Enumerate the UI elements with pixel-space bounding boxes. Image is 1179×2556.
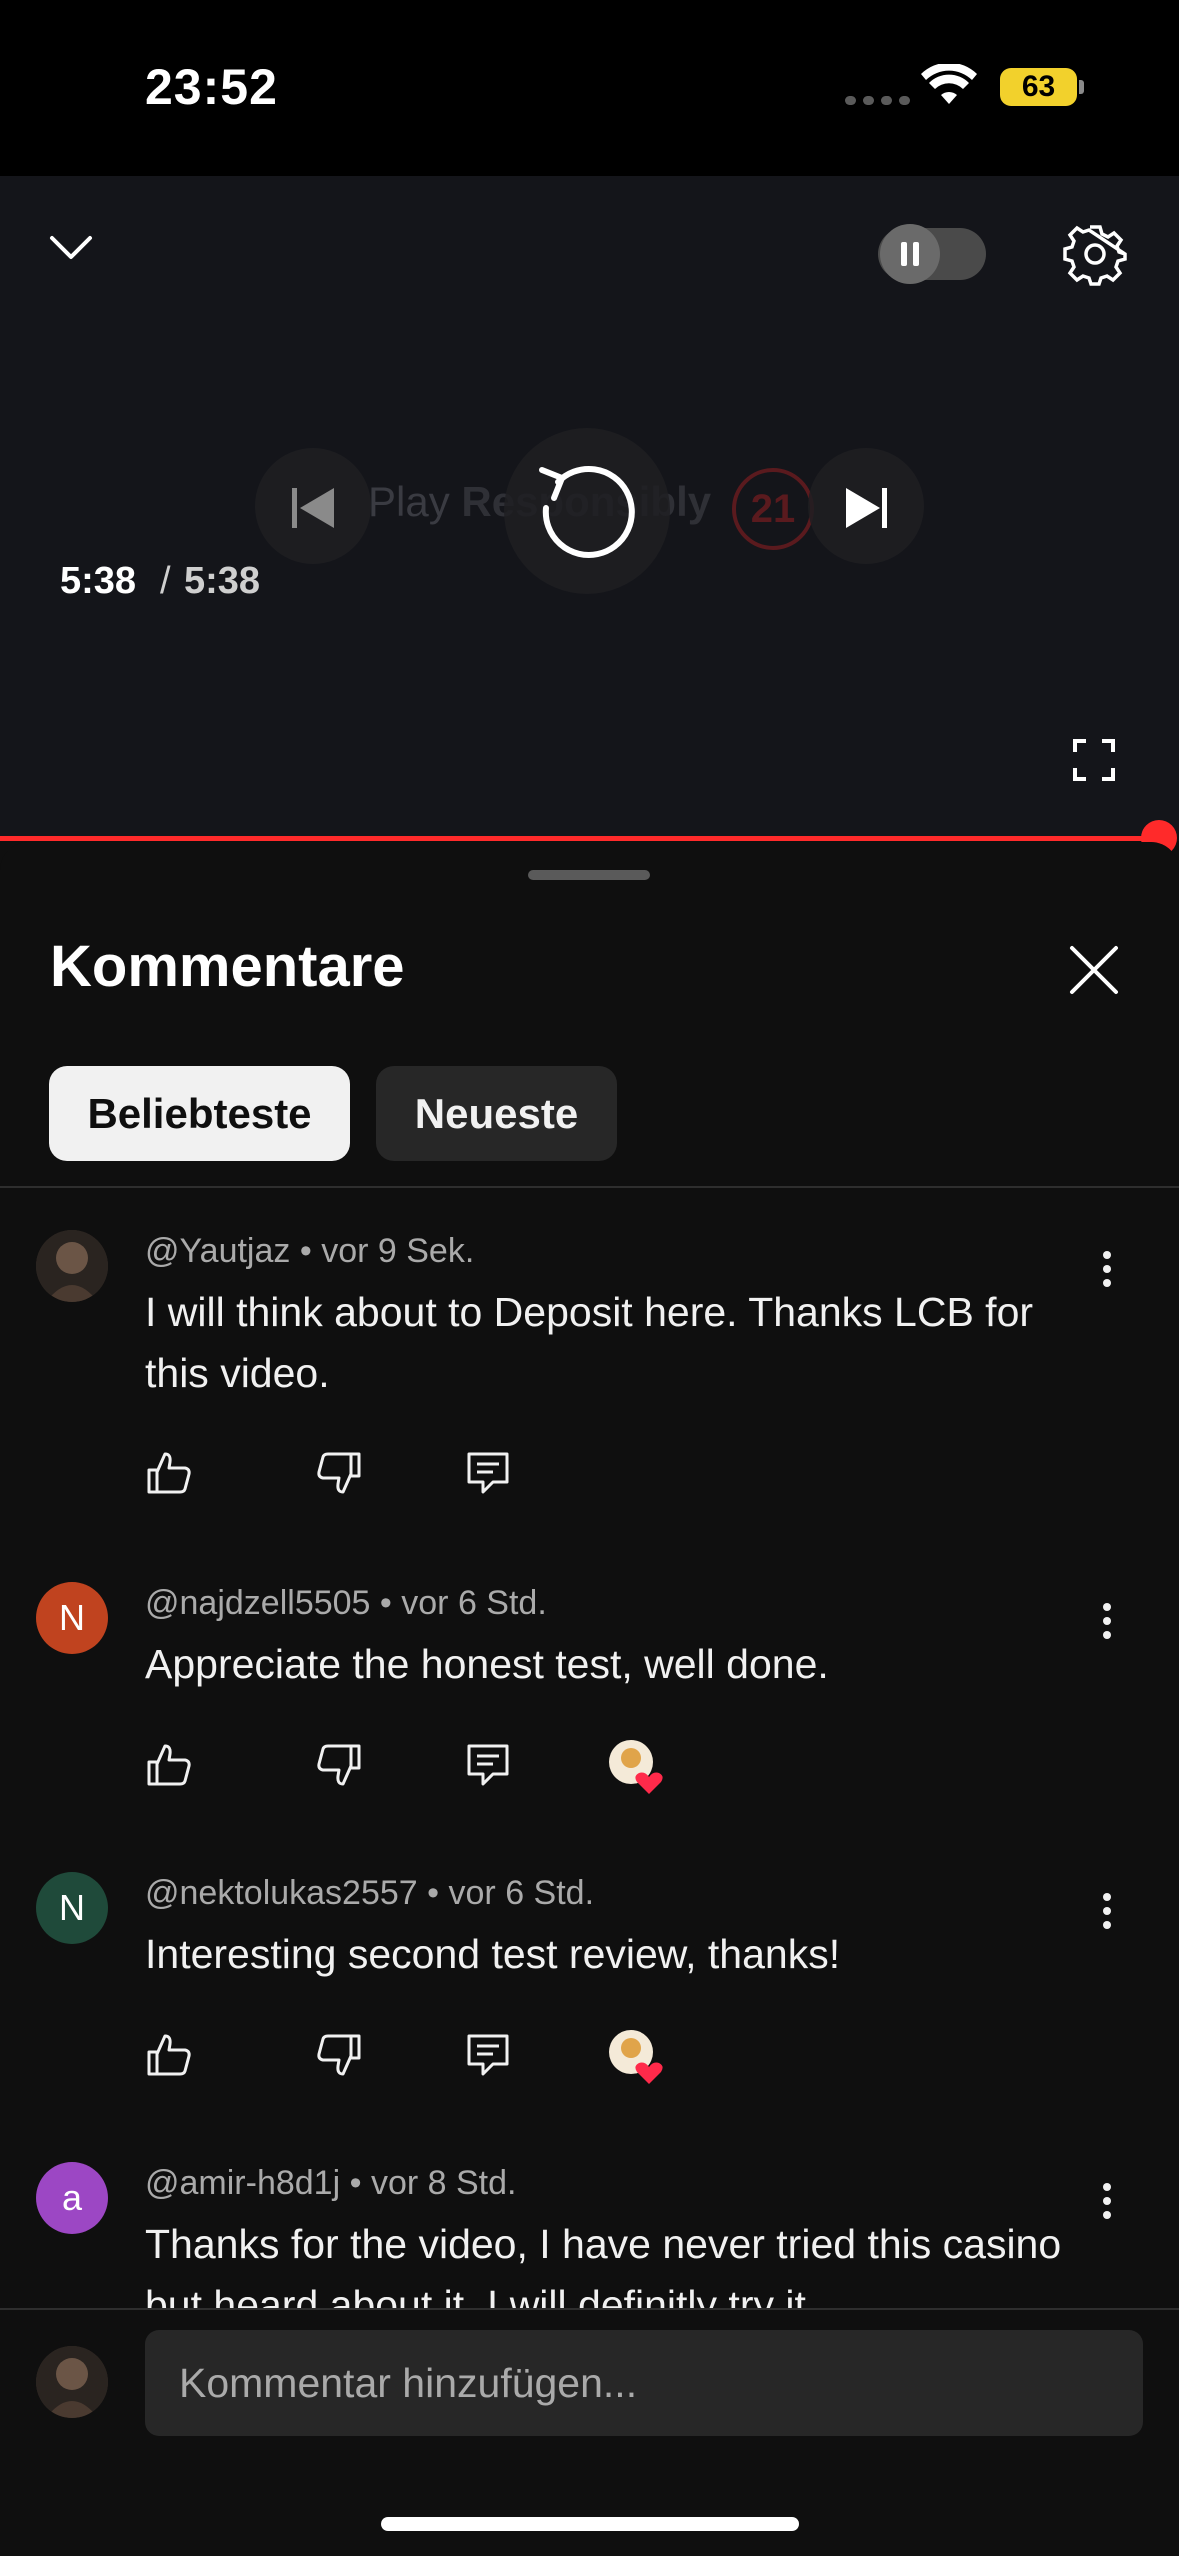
time-current: 5:38	[60, 560, 137, 602]
progress-bar[interactable]	[0, 836, 1160, 841]
comment-text: I will think about to Deposit here. Than…	[145, 1289, 1034, 1396]
comment-meta: @Yautjaz • vor 9 Sek.	[145, 1232, 475, 1270]
comment-meta: @najdzell5505 • vor 6 Std.	[145, 1584, 547, 1622]
avatar[interactable]: N	[36, 1582, 108, 1654]
like-icon[interactable]	[145, 2030, 195, 2080]
comment-author[interactable]: @amir-h8d1j	[145, 2164, 340, 2202]
like-icon[interactable]	[145, 1448, 195, 1498]
dislike-icon[interactable]	[313, 2030, 363, 2080]
dislike-icon[interactable]	[313, 1740, 363, 1790]
signal-dots-icon	[845, 96, 910, 105]
video-watermark-badge: 21	[732, 468, 814, 550]
avatar-photo	[36, 1230, 108, 1302]
reply-icon[interactable]	[463, 1448, 513, 1498]
comment-item: a @amir-h8d1j • vor 8 Std. Thanks for th…	[0, 2162, 1179, 2308]
wifi-icon	[921, 64, 977, 104]
fullscreen-icon[interactable]	[1072, 738, 1116, 782]
autoplay-toggle-knob[interactable]	[880, 224, 940, 284]
replay-icon[interactable]	[528, 448, 648, 568]
add-comment-input[interactable]	[145, 2330, 1143, 2436]
reply-icon[interactable]	[463, 1740, 513, 1790]
comment-author[interactable]: @Yautjaz	[145, 1232, 290, 1270]
previous-icon[interactable]	[288, 486, 338, 530]
comment-time: vor 6 Std.	[448, 1874, 595, 1912]
battery-cap	[1079, 80, 1084, 94]
comment-time: vor 6 Std.	[401, 1584, 547, 1622]
battery-icon: 63	[1000, 68, 1077, 106]
comment-meta: @nektolukas2557 • vor 6 Std.	[145, 1874, 595, 1912]
sheet-drag-handle[interactable]	[528, 870, 650, 880]
reply-icon[interactable]	[463, 2030, 513, 2080]
pause-icon	[901, 242, 919, 266]
like-icon[interactable]	[145, 1740, 195, 1790]
divider	[0, 1186, 1179, 1188]
my-avatar	[36, 2346, 108, 2418]
creator-heart-icon	[609, 1740, 663, 1794]
status-time: 23:52	[145, 59, 278, 115]
creator-heart-icon	[609, 2030, 663, 2084]
comment-author[interactable]: @nektolukas2557	[145, 1874, 418, 1912]
comment-time: vor 9 Sek.	[321, 1232, 475, 1270]
chip-newest[interactable]: Neueste	[376, 1066, 617, 1161]
avatar[interactable]: N	[36, 1872, 108, 1944]
time-total: 5:38	[184, 560, 261, 602]
comment-time: vor 8 Std.	[370, 2164, 517, 2202]
home-indicator[interactable]	[381, 2517, 799, 2531]
comment-meta: @amir-h8d1j • vor 8 Std.	[145, 2164, 517, 2202]
status-bar: 23:52 63	[0, 0, 1179, 176]
close-icon[interactable]	[1066, 942, 1122, 998]
chip-popular[interactable]: Beliebteste	[49, 1066, 350, 1161]
time-separator: /	[160, 560, 171, 602]
comment-text: Appreciate the honest test, well done.	[145, 1641, 829, 1687]
comment-text: Interesting second test review, thanks!	[145, 1931, 841, 1977]
chevron-down-icon[interactable]	[48, 232, 94, 262]
avatar[interactable]	[36, 1230, 108, 1302]
settings-gear-icon[interactable]	[1063, 222, 1127, 286]
avatar-photo	[36, 2346, 108, 2418]
avatar[interactable]: a	[36, 2162, 108, 2234]
comment-text: Thanks for the video, I have never tried…	[145, 2221, 1062, 2308]
comment-author[interactable]: @najdzell5505	[145, 1584, 370, 1622]
sheet-title: Kommentare	[50, 934, 405, 999]
dislike-icon[interactable]	[313, 1448, 363, 1498]
next-icon[interactable]	[842, 486, 892, 530]
